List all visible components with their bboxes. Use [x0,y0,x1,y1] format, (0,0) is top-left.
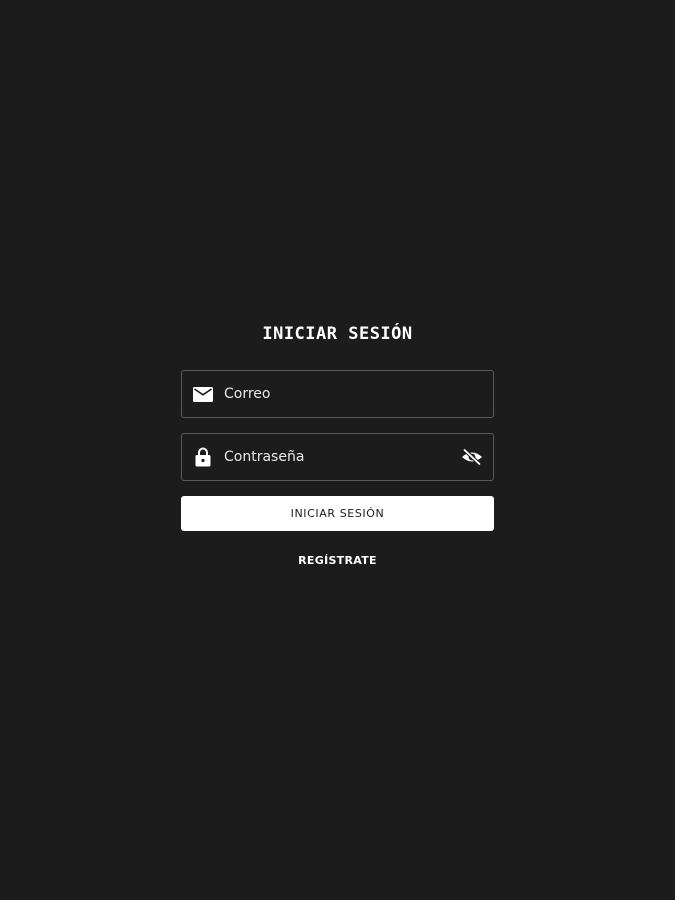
lock-icon [193,447,213,467]
register-link[interactable]: REGÍSTRATE [181,554,494,567]
password-input[interactable] [224,434,444,480]
email-input[interactable] [224,371,444,417]
page-title: INICIAR SESIÓN [262,324,413,344]
eye-off-icon[interactable] [461,446,483,468]
password-field[interactable] [181,433,494,481]
email-field[interactable] [181,370,494,418]
login-form: INICIAR SESIÓN Correo INICIAR SESIÓN REG… [181,318,494,567]
mail-icon [193,384,213,404]
login-page: INICIAR SESIÓN Correo INICIAR SESIÓN REG… [0,0,675,900]
login-button[interactable]: INICIAR SESIÓN [181,496,494,531]
